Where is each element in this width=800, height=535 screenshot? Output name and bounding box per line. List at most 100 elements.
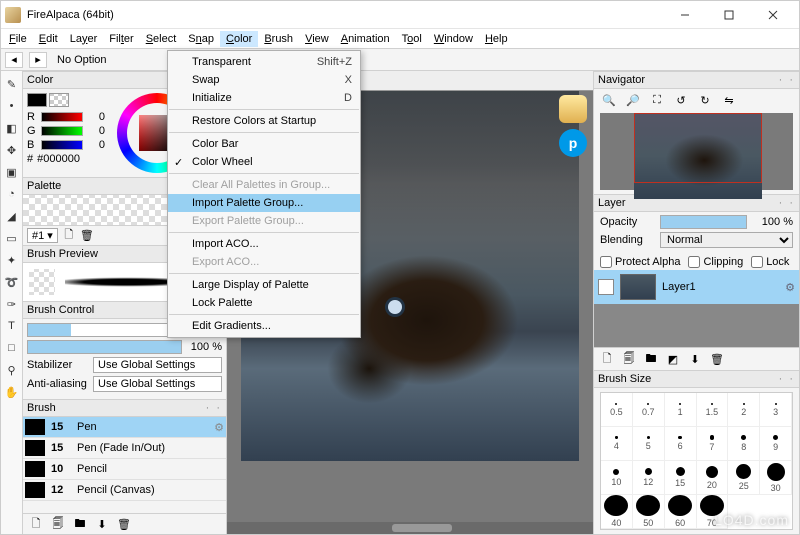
layer-name[interactable]: Layer1 (662, 281, 779, 293)
brush-size-cell[interactable]: 3 (760, 393, 792, 427)
panel-grip-icon[interactable] (779, 373, 795, 385)
add-brush-icon[interactable]: 🗋 (29, 517, 43, 531)
lock-checkbox[interactable]: Lock (751, 256, 789, 268)
hand-tool-icon[interactable]: ✋ (3, 383, 21, 401)
alpaca-badge-icon[interactable] (559, 95, 587, 123)
zoom-in-icon[interactable]: 🔍 (600, 92, 618, 108)
brush-opacity-slider[interactable] (27, 340, 182, 354)
text-tool-icon[interactable]: T (3, 317, 21, 335)
brush-size-cell[interactable]: 10 (601, 461, 633, 495)
layer-visibility-icon[interactable] (598, 279, 614, 295)
brush-size-cell[interactable]: 25 (728, 461, 760, 495)
layer-opacity-slider[interactable] (660, 215, 747, 229)
menu-window[interactable]: Window (428, 31, 479, 47)
gradient-tool-icon[interactable]: ◢ (3, 207, 21, 225)
menu-color[interactable]: Color (220, 31, 258, 47)
rotate-ccw-icon[interactable]: ↺ (672, 92, 690, 108)
navigator-preview[interactable] (600, 113, 793, 190)
menu-filter[interactable]: Filter (103, 31, 139, 47)
wand-tool-icon[interactable]: ✦ (3, 251, 21, 269)
antialias-combo[interactable]: Use Global Settings (93, 376, 222, 392)
brush-size-cell[interactable]: 0.7 (633, 393, 665, 427)
menu-item[interactable]: SwapX (168, 71, 360, 89)
r-slider[interactable] (41, 112, 83, 122)
panel-grip-icon[interactable] (206, 402, 222, 414)
menu-item[interactable]: Import ACO... (168, 235, 360, 253)
brush-size-cell[interactable]: 40 (601, 495, 633, 529)
menu-brush[interactable]: Brush (258, 31, 299, 47)
delete-palette-icon[interactable]: 🗑 (80, 229, 94, 243)
brush-list-item[interactable]: 10Pencil (23, 459, 226, 480)
zoom-out-icon[interactable]: 🔎 (624, 92, 642, 108)
dup-brush-icon[interactable]: 🗐 (51, 517, 65, 531)
brush-size-cell[interactable]: 15 (665, 461, 697, 495)
dup-layer-icon[interactable]: 🗐 (622, 352, 636, 366)
menu-item[interactable]: Edit Gradients... (168, 317, 360, 335)
brush-size-cell[interactable]: 60 (665, 495, 697, 529)
brush-list-item[interactable]: 15Pen⚙ (23, 417, 226, 438)
eyedropper-tool-icon[interactable]: ⚲ (3, 361, 21, 379)
menu-edit[interactable]: Edit (33, 31, 64, 47)
brush-size-cell[interactable]: 5 (633, 427, 665, 461)
menu-layer[interactable]: Layer (64, 31, 104, 47)
menu-select[interactable]: Select (140, 31, 183, 47)
delete-layer-icon[interactable]: 🗑 (710, 352, 724, 366)
brush-list-item[interactable]: 15Pen (Fade In/Out) (23, 438, 226, 459)
menu-snap[interactable]: Snap (182, 31, 220, 47)
stabilizer-combo[interactable]: Use Global Settings (93, 357, 222, 373)
brush-size-cell[interactable]: 4 (601, 427, 633, 461)
brush-size-cell[interactable]: 6 (665, 427, 697, 461)
maximize-button[interactable] (707, 1, 751, 29)
blending-combo[interactable]: Normal (660, 232, 793, 248)
layer-settings-icon[interactable]: ⚙ (785, 281, 795, 294)
minimize-button[interactable] (663, 1, 707, 29)
brush-list-item[interactable]: 12Pencil (Canvas) (23, 480, 226, 501)
menu-item[interactable]: Color Wheel (168, 153, 360, 171)
delete-brush-icon[interactable]: 🗑 (117, 517, 131, 531)
palette-selector[interactable]: #1 ▾ (27, 228, 58, 243)
lasso-tool-icon[interactable]: ➰ (3, 273, 21, 291)
brush-size-cell[interactable]: 7 (697, 427, 729, 461)
rotate-cw-icon[interactable]: ↻ (696, 92, 714, 108)
panel-grip-icon[interactable] (779, 74, 795, 86)
mask-layer-icon[interactable]: ◩ (666, 352, 680, 366)
brush-size-cell[interactable]: 0.5 (601, 393, 633, 427)
dot-tool-icon[interactable]: • (3, 97, 21, 115)
menu-item[interactable]: Large Display of Palette (168, 276, 360, 294)
menu-item[interactable]: Import Palette Group... (168, 194, 360, 212)
nav-forward-button[interactable]: ▸ (29, 52, 47, 68)
brush-size-cell[interactable]: 30 (760, 461, 792, 495)
panel-grip-icon[interactable] (779, 197, 795, 209)
menu-tool[interactable]: Tool (396, 31, 428, 47)
brush-size-cell[interactable]: 50 (633, 495, 665, 529)
brush-size-cell[interactable]: 20 (697, 461, 729, 495)
foreground-swatch[interactable] (27, 93, 47, 107)
menu-item[interactable]: TransparentShift+Z (168, 53, 360, 71)
folder-brush-icon[interactable]: 🖿 (73, 517, 87, 531)
menu-item[interactable]: Color Bar (168, 135, 360, 153)
fill-tool-icon[interactable]: ▣ (3, 163, 21, 181)
fit-icon[interactable]: ⛶ (648, 92, 666, 108)
menu-help[interactable]: Help (479, 31, 514, 47)
download-brush-icon[interactable]: ⬇ (95, 517, 109, 531)
brush-size-cell[interactable]: 1.5 (697, 393, 729, 427)
select-tool-icon[interactable]: ▭ (3, 229, 21, 247)
pixiv-badge-icon[interactable]: p (559, 129, 587, 157)
folder-layer-icon[interactable]: 🖿 (644, 352, 658, 366)
background-swatch[interactable] (49, 93, 69, 107)
b-slider[interactable] (41, 140, 83, 150)
g-slider[interactable] (41, 126, 83, 136)
menu-item[interactable]: Lock Palette (168, 294, 360, 312)
menu-animation[interactable]: Animation (335, 31, 396, 47)
brush-size-cell[interactable]: 12 (633, 461, 665, 495)
menu-file[interactable]: File (3, 31, 33, 47)
brush-tool-icon[interactable]: ✎ (3, 75, 21, 93)
bucket-tool-icon[interactable]: ◔ (3, 185, 21, 203)
brush-size-cell[interactable]: 9 (760, 427, 792, 461)
pen-select-tool-icon[interactable]: ✑ (3, 295, 21, 313)
menu-view[interactable]: View (299, 31, 335, 47)
close-button[interactable] (751, 1, 795, 29)
brush-size-cell[interactable]: 2 (728, 393, 760, 427)
brush-gear-icon[interactable]: ⚙ (214, 421, 224, 434)
brush-size-cell[interactable]: 1 (665, 393, 697, 427)
